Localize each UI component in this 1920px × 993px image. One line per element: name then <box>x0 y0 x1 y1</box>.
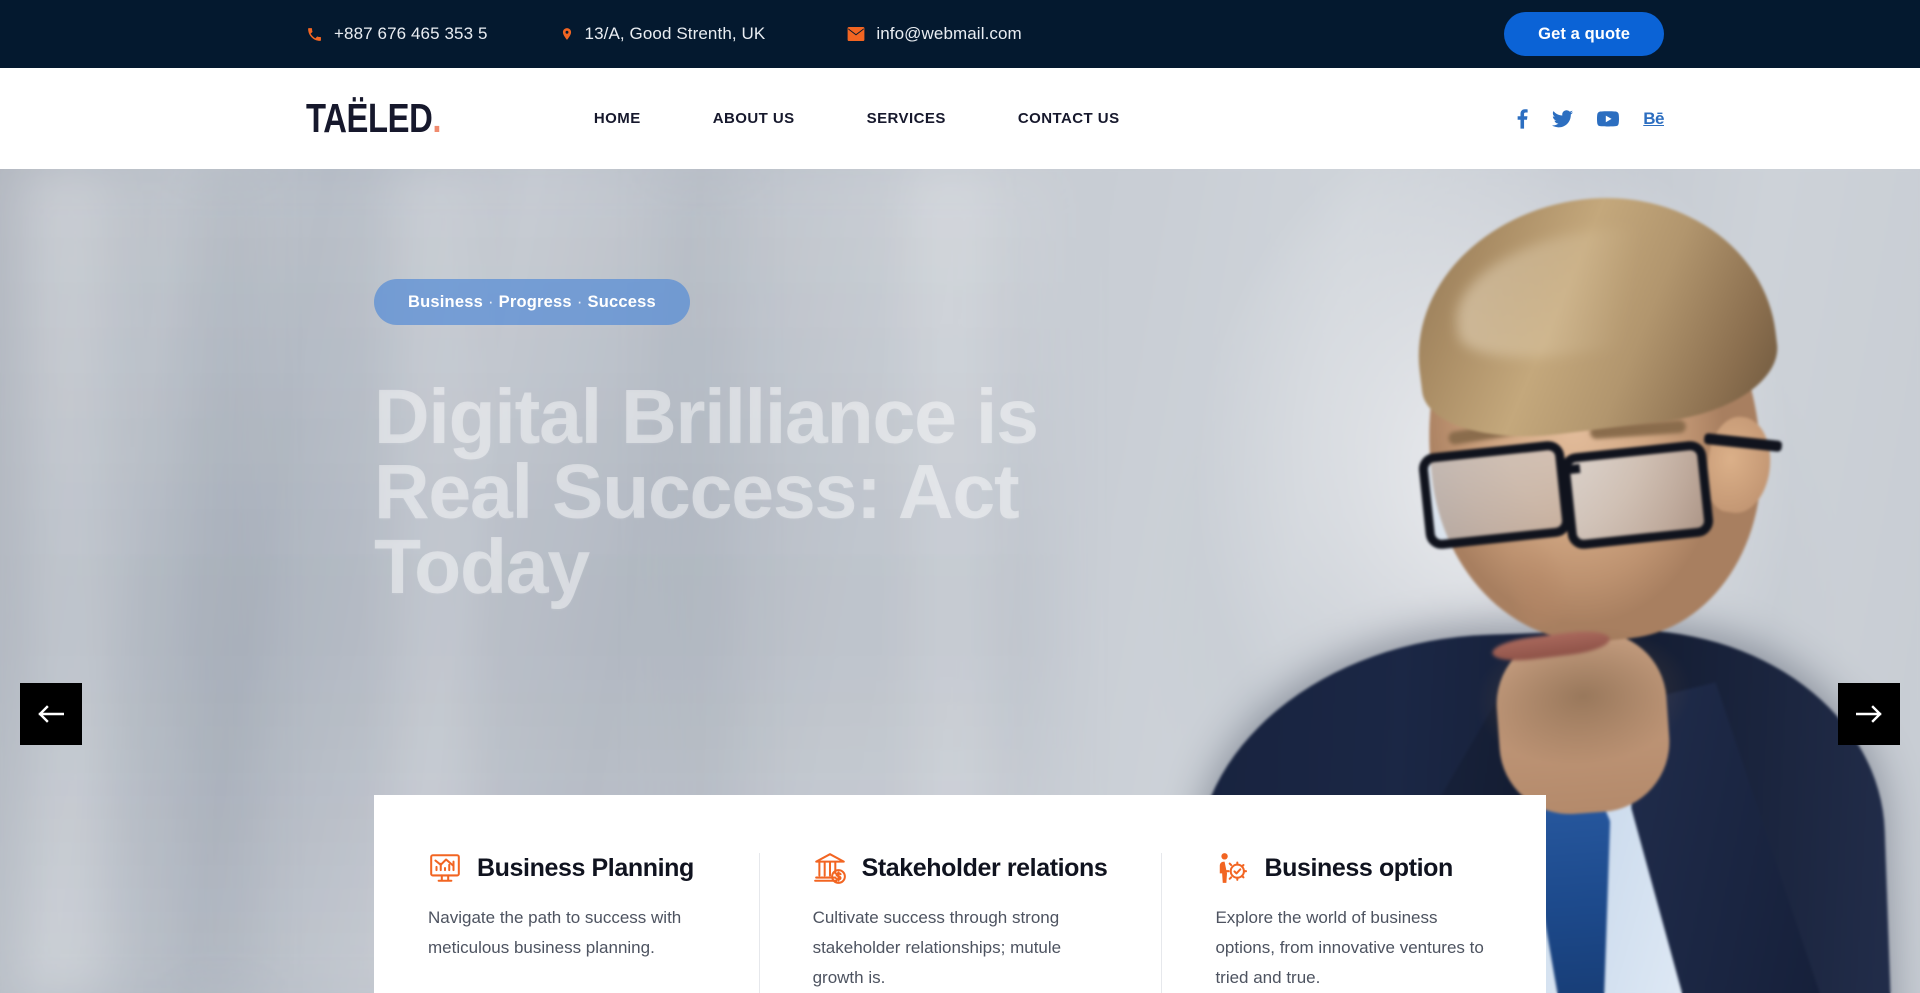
pill-item-business: Business <box>408 292 483 311</box>
hero-tagline-pill: Business · Progress · Success <box>374 279 690 325</box>
feature-description: Cultivate success through strong stakeho… <box>812 908 1062 987</box>
location-pin-icon <box>560 25 574 43</box>
youtube-icon[interactable] <box>1597 110 1620 127</box>
topbar-phone[interactable]: +887 676 465 353 5 <box>306 24 488 44</box>
bank-dollar-icon <box>813 851 847 885</box>
main-navbar: TAËLED. HOME ABOUT US SERVICES CONTACT U… <box>0 68 1920 169</box>
carousel-next-button[interactable] <box>1838 683 1900 745</box>
feature-card-business-option[interactable]: Business option Explore the world of bus… <box>1161 851 1546 993</box>
topbar-email-text: info@webmail.com <box>876 24 1022 43</box>
twitter-icon[interactable] <box>1552 109 1574 128</box>
nav-item-contact-us[interactable]: CONTACT US <box>982 110 1156 127</box>
facebook-icon[interactable] <box>1517 108 1528 129</box>
get-a-quote-button[interactable]: Get a quote <box>1504 12 1664 56</box>
feature-card-stakeholder-relations[interactable]: Stakeholder relations Cultivate success … <box>758 851 1162 993</box>
nav-item-about-us[interactable]: ABOUT US <box>677 110 831 127</box>
nav-item-services[interactable]: SERVICES <box>831 110 982 127</box>
monitor-chart-icon <box>428 851 462 885</box>
nav-item-home[interactable]: HOME <box>558 110 677 127</box>
topbar-email[interactable]: info@webmail.com <box>847 24 1022 44</box>
hero-slider: Business · Progress · Success Digital Br… <box>0 169 1920 993</box>
person-gear-icon <box>1215 851 1249 885</box>
social-links: Bē <box>1517 108 1664 129</box>
feature-description: Navigate the path to success with meticu… <box>428 908 682 957</box>
hero-content: Business · Progress · Success Digital Br… <box>374 279 1094 610</box>
topbar-address[interactable]: 13/A, Good Strenth, UK <box>560 24 766 44</box>
feature-card-business-planning[interactable]: Business Planning Navigate the path to s… <box>374 851 759 993</box>
phone-icon <box>306 26 323 43</box>
feature-title: Business option <box>1264 853 1453 882</box>
pill-separator-1: · <box>487 292 494 311</box>
logo-text: TAËLED <box>306 95 433 141</box>
primary-navigation: HOME ABOUT US SERVICES CONTACT US <box>558 110 1156 127</box>
logo-dot: . <box>432 95 442 141</box>
top-contact-bar: +887 676 465 353 5 13/A, Good Strenth, U… <box>0 0 1920 68</box>
topbar-phone-text: +887 676 465 353 5 <box>334 24 488 43</box>
hero-title: Digital Brilliance is Real Success: Act … <box>374 374 1039 610</box>
pill-separator-2: · <box>576 292 583 311</box>
carousel-prev-button[interactable] <box>20 683 82 745</box>
pill-item-success: Success <box>587 292 656 311</box>
feature-title: Stakeholder relations <box>861 853 1108 882</box>
feature-description: Explore the world of business options, f… <box>1215 908 1484 987</box>
pill-item-progress: Progress <box>498 292 572 311</box>
envelope-icon <box>847 27 865 41</box>
feature-cards-panel: Business Planning Navigate the path to s… <box>374 795 1546 993</box>
feature-title: Business Planning <box>477 853 694 882</box>
behance-icon[interactable]: Bē <box>1643 110 1664 127</box>
site-logo[interactable]: TAËLED. <box>306 98 441 139</box>
topbar-address-text: 13/A, Good Strenth, UK <box>584 24 766 43</box>
